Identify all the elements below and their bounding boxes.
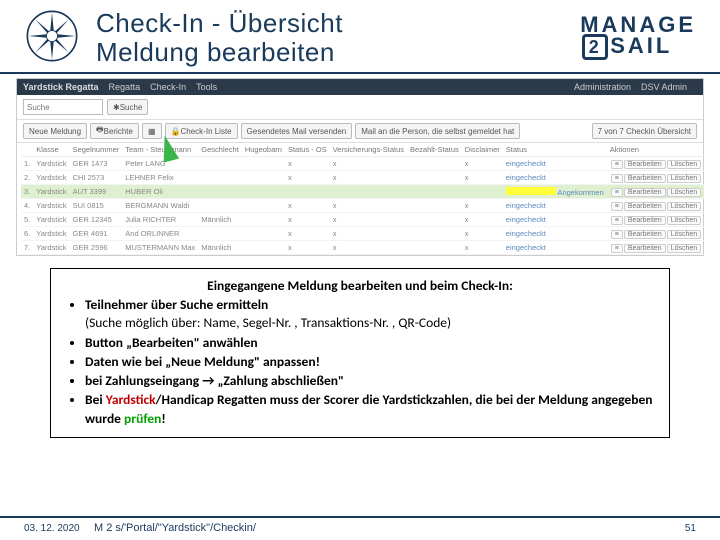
app-topbar: Yardstick Regatta Regatta Check-In Tools… [17, 79, 703, 95]
bearbeiten-button[interactable]: Bearbeiten [624, 230, 666, 239]
row-menu[interactable]: ≡ [611, 216, 623, 225]
berichte-button[interactable]: 🖶 Berichte [90, 123, 139, 139]
search-toolbar: ✱ Suche [17, 95, 703, 120]
table-row: 5.YardstickGER 12345Julia RICHTERMännlic… [21, 213, 704, 227]
col-header: Versicherungs-Status [330, 143, 407, 157]
slide-header: Check-In - ÜbersichtMeldung bearbeiten M… [0, 0, 720, 74]
manage2sail-logo: MANAGE2SAIL [546, 13, 696, 63]
loeschen-button[interactable]: Löschen [667, 188, 701, 197]
slide-title: Check-In - ÜbersichtMeldung bearbeiten [84, 9, 546, 66]
count-badge: 7 von 7 Checkin Übersicht [592, 123, 697, 139]
col-header: Hugeobarn [242, 143, 285, 157]
brand-label: Yardstick Regatta [23, 82, 99, 92]
action-toolbar: Neue Meldung 🖶 Berichte ▦ 🔒 Check-In Lis… [17, 120, 703, 143]
table-row: 1.YardstickGER 1473Peter LANGxxxeingeche… [21, 157, 704, 171]
bullet-4: bei Zahlungseingang → „Zahlung abschließ… [85, 372, 655, 390]
col-header [21, 143, 33, 157]
table-row: 2.YardstickCHI 2573LEHNER Felixxxxeingec… [21, 171, 704, 185]
col-header: Klasse [33, 143, 69, 157]
table-row: 4.YardstickSUI 0815BERGMANN Waldixxxeing… [21, 199, 704, 213]
loeschen-button[interactable]: Löschen [667, 244, 701, 253]
title-line1: Check-In - Übersicht [96, 8, 343, 38]
bearbeiten-button[interactable]: Bearbeiten [624, 188, 666, 197]
bullet-3: Daten wie bei „Neue Meldung" anpassen! [85, 353, 655, 371]
nav-checkin[interactable]: Check-In [150, 82, 186, 92]
row-menu[interactable]: ≡ [611, 202, 623, 211]
dsv-logo [24, 8, 84, 68]
search-input[interactable] [23, 99, 103, 115]
row-menu[interactable]: ≡ [611, 244, 623, 253]
table-row: 6.YardstickGER 4691And ORLINNERxxxeingec… [21, 227, 704, 241]
loeschen-button[interactable]: Löschen [667, 216, 701, 225]
col-header: Bezahlt-Status [407, 143, 462, 157]
bullet-2: Button „Bearbeiten" anwählen [85, 334, 655, 352]
search-button[interactable]: ✱ Suche [107, 99, 148, 115]
entries-table: KlasseSegelnummerTeam - SteuermannGeschl… [17, 143, 703, 255]
bearbeiten-button[interactable]: Bearbeiten [624, 216, 666, 225]
col-header: Segelnummer [70, 143, 123, 157]
app-screenshot: Yardstick Regatta Regatta Check-In Tools… [16, 78, 704, 256]
instruction-box: Eingegangene Meldung bearbeiten und beim… [50, 268, 670, 438]
loeschen-button[interactable]: Löschen [667, 230, 701, 239]
col-header: Status - OS [285, 143, 330, 157]
nav-administration[interactable]: Administration [574, 82, 631, 92]
bearbeiten-button[interactable]: Bearbeiten [624, 202, 666, 211]
col-header: Disclaimer [462, 143, 503, 157]
table-row: 7.YardstickGER 2596MUSTERMANN MaxMännlic… [21, 241, 704, 255]
bearbeiten-button[interactable]: Bearbeiten [624, 160, 666, 169]
loeschen-button[interactable]: Löschen [667, 160, 701, 169]
footer-path: M 2 s/'Portal/"Yardstick"/Checkin/ [94, 522, 685, 534]
row-menu[interactable]: ≡ [611, 188, 623, 197]
col-header: Status [503, 143, 607, 157]
nav-regatta[interactable]: Regatta [109, 82, 141, 92]
row-menu[interactable]: ≡ [611, 160, 623, 169]
loeschen-button[interactable]: Löschen [667, 202, 701, 211]
infobox-header: Eingegangene Meldung bearbeiten und beim… [65, 277, 655, 295]
bullet-1: Teilnehmer über Suche ermitteln(Suche mö… [85, 296, 655, 332]
bullet-5: Bei Yardstick/Handicap Regatten muss der… [85, 391, 655, 427]
nav-user[interactable]: DSV Admin [641, 82, 687, 92]
mail-person-button[interactable]: Mail an die Person, die selbst gemeldet … [355, 123, 520, 139]
row-menu[interactable]: ≡ [611, 230, 623, 239]
slide-footer: 03. 12. 2020 M 2 s/'Portal/"Yardstick"/C… [0, 516, 720, 534]
nav-tools[interactable]: Tools [196, 82, 217, 92]
footer-page: 51 [685, 523, 696, 534]
col-header: Geschlecht [198, 143, 242, 157]
bearbeiten-button[interactable]: Bearbeiten [624, 174, 666, 183]
col-header: Aktionen [607, 143, 704, 157]
loeschen-button[interactable]: Löschen [667, 174, 701, 183]
table-row: 3.YardstickAUT 3399HUBER Oli Angekommen≡… [21, 185, 704, 199]
title-line2: Meldung bearbeiten [96, 37, 335, 67]
footer-date: 03. 12. 2020 [24, 523, 94, 534]
neue-meldung-button[interactable]: Neue Meldung [23, 123, 87, 139]
mail-versenden-button[interactable]: Gesendetes Mail versenden [241, 123, 353, 139]
checkin-liste-button[interactable]: 🔒 Check-In Liste [165, 123, 238, 139]
row-menu[interactable]: ≡ [611, 174, 623, 183]
bearbeiten-button[interactable]: Bearbeiten [624, 244, 666, 253]
